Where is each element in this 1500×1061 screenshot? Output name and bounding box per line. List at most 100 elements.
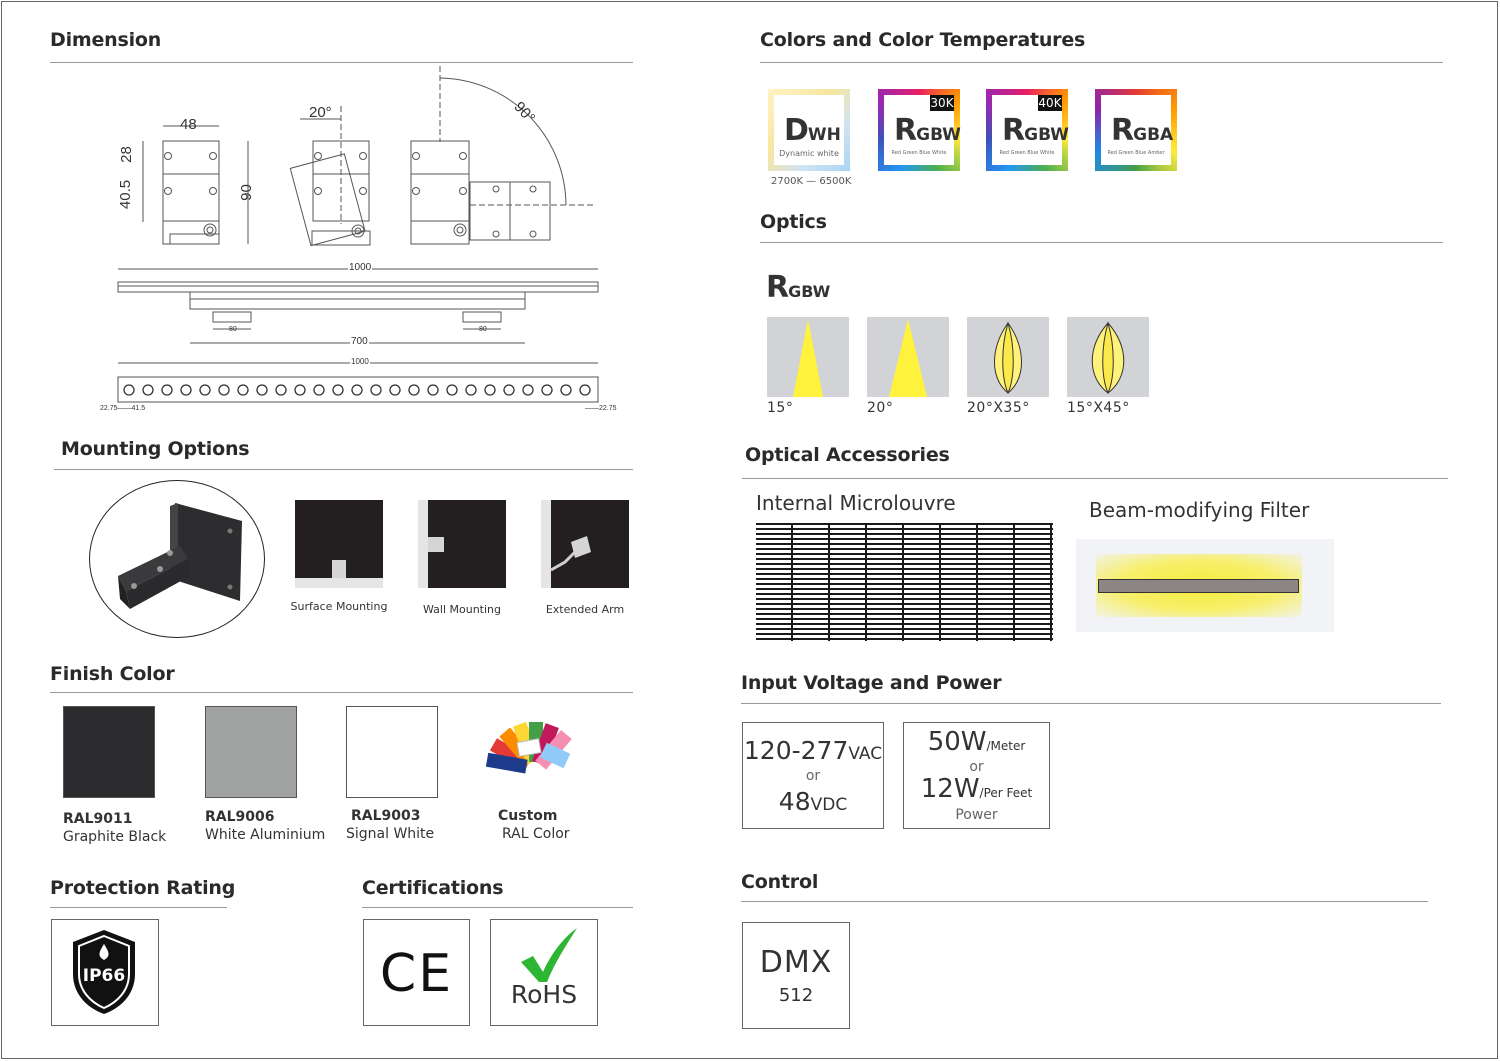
ct-rgbw30-small: GBW — [916, 125, 961, 145]
filter-image — [1076, 539, 1334, 632]
dim-1000-bottom: 1000 — [350, 357, 370, 366]
finish-heading: Finish Color — [50, 663, 175, 685]
beam-20-label: 20° — [867, 400, 894, 416]
extended-arm-image — [541, 500, 629, 588]
beam-15x45-label: 15°X45° — [1067, 400, 1130, 416]
power-feet: 12W — [920, 774, 980, 804]
extended-arm-label: Extended Arm — [545, 603, 625, 616]
surface-mounting-image — [295, 500, 383, 588]
colors-heading: Colors and Color Temperatures — [760, 29, 1086, 51]
wall-mounting-label: Wall Mounting — [422, 603, 501, 616]
control-rule — [741, 901, 1428, 902]
beam-20x35-image — [967, 317, 1049, 397]
dim-700: 700 — [350, 336, 369, 347]
ct-dwh-caption: 2700K — 6500K — [771, 176, 852, 187]
ct-rgba-sub: Red Green Blue Amber — [1107, 150, 1165, 156]
ct-dwh-sub: Dynamic white — [779, 149, 839, 158]
microlouvre-label: Internal Microlouvre — [756, 491, 956, 515]
mounting-rule — [54, 469, 633, 470]
control-heading: Control — [741, 871, 819, 893]
color-rgbw-30k-tile: RGBW Red Green Blue White 30K — [878, 89, 961, 171]
voltage-ac-unit: VAC — [848, 744, 883, 764]
ce-box: CE — [363, 919, 470, 1026]
beam-15x45-image — [1067, 317, 1149, 397]
mounting-heading: Mounting Options — [61, 438, 250, 460]
finish-swatch-white-aluminium — [205, 706, 297, 798]
voltage-dc-unit: VDC — [810, 795, 848, 815]
dim-80-a: 80 — [229, 326, 237, 333]
voltage-ac: 120-277 — [743, 736, 849, 765]
ip-rating: IP66 — [82, 966, 126, 986]
microlouvre-image — [756, 523, 1053, 641]
control-protocol: DMX — [759, 945, 833, 980]
control-box: DMX 512 — [742, 922, 850, 1029]
ct-rgbw40-big: R — [1002, 113, 1025, 148]
power-box: 50W/Meter or 12W/Per Feet Power — [903, 722, 1050, 829]
ct-rgbw40-small: GBW — [1024, 125, 1069, 145]
finish-name-3: RAL Color — [502, 826, 570, 842]
optics-small: GBW — [788, 282, 831, 301]
ct-rgbw40-tag: 40K — [1038, 95, 1062, 111]
beam-15-image — [767, 317, 849, 397]
dim-90: 90 — [237, 184, 255, 201]
power-feet-unit: /Per Feet — [979, 786, 1033, 800]
finish-code-3: Custom — [498, 808, 558, 824]
dimension-heading: Dimension — [50, 29, 162, 51]
finish-code-1: RAL9006 — [205, 809, 275, 825]
certifications-rule — [362, 907, 633, 908]
ct-rgbw30-tag: 30K — [930, 95, 954, 111]
optics-rgbw-logo: RGBW — [766, 270, 830, 305]
optics-rule — [760, 242, 1443, 243]
optical-accessories-heading: Optical Accessories — [745, 444, 950, 466]
dim-28: 28 — [117, 146, 135, 163]
led-row — [123, 384, 591, 396]
protection-box: IP66 — [51, 919, 159, 1026]
finish-name-1: White Aluminium — [205, 827, 326, 843]
rohs-check-icon — [521, 928, 577, 982]
power-meter-unit: /Meter — [986, 739, 1026, 753]
dim-80-b: 80 — [479, 326, 487, 333]
dim-right-spacing: ——22.75 — [585, 405, 617, 412]
filter-label: Beam-modifying Filter — [1089, 498, 1310, 522]
voltage-dc: 48 — [778, 787, 811, 816]
rohs-label: RoHS — [510, 980, 578, 1009]
finish-code-2: RAL9003 — [351, 808, 421, 824]
power-or: or — [969, 759, 984, 775]
power-meter: 50W — [927, 727, 987, 757]
finish-name-0: Graphite Black — [63, 829, 167, 845]
colors-rule — [760, 62, 1443, 63]
ct-rgba-small: GBA — [1133, 125, 1174, 145]
voltage-or: or — [805, 768, 821, 784]
ce-mark: CE — [379, 944, 454, 1004]
beam-15-label: 15° — [767, 400, 794, 416]
color-dwh-tile: DWH Dynamic white — [768, 89, 850, 171]
optical-accessories-rule — [742, 478, 1448, 479]
mounting-bracket-image — [89, 480, 265, 638]
dim-left-spacing: 22.75——41.5 — [100, 405, 146, 412]
surface-mounting-label: Surface Mounting — [290, 600, 388, 613]
ct-rgbw30-sub: Red Green Blue White — [891, 150, 947, 156]
color-rgbw-40k-tile: RGBW Red Green Blue White 40K — [986, 89, 1069, 171]
power-label: Power — [955, 807, 998, 823]
color-rgba-tile: RGBA Red Green Blue Amber — [1095, 89, 1177, 171]
dimension-drawing — [117, 66, 599, 403]
ct-dwh-big: D — [784, 113, 809, 148]
protection-heading: Protection Rating — [50, 877, 236, 899]
control-channels: 512 — [778, 985, 814, 1006]
certifications-heading: Certifications — [362, 877, 504, 899]
protection-rule — [50, 907, 227, 908]
optics-big: R — [766, 270, 789, 305]
finish-name-2: Signal White — [346, 826, 435, 842]
dim-1000-top: 1000 — [348, 262, 373, 273]
dim-angle-20: 20° — [309, 104, 332, 121]
finish-swatch-signal-white — [346, 706, 438, 798]
dim-40-5: 40.5 — [117, 179, 135, 210]
finish-code-0: RAL9011 — [63, 811, 133, 827]
dim-48: 48 — [180, 116, 197, 133]
input-heading: Input Voltage and Power — [741, 672, 1002, 694]
rohs-box: RoHS — [490, 919, 598, 1026]
ct-rgbw30-big: R — [894, 113, 917, 148]
dimension-rule — [50, 62, 633, 63]
voltage-box: 120-277VAC or 48VDC — [742, 722, 884, 829]
input-rule — [741, 703, 1441, 704]
